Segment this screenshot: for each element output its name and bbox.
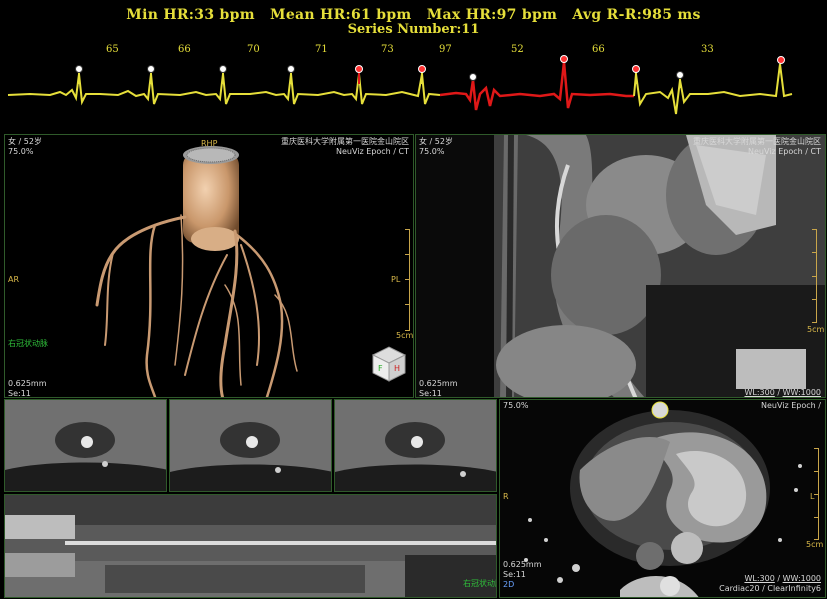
min-hr: Min HR:33 bpm — [126, 7, 255, 23]
window-width[interactable]: WW:1000 — [783, 574, 821, 583]
cardiac-phase: 75.0% — [8, 147, 34, 156]
vessel-label: 右冠状动脉 — [463, 579, 496, 588]
stretched-vessel-image — [5, 495, 496, 597]
scale-bar — [810, 229, 817, 323]
max-hr: Max HR:97 bpm — [426, 7, 558, 23]
protocol-label: Cardiac20 / ClearInfinity6 — [719, 584, 821, 593]
orientation-left: AR — [8, 275, 20, 284]
series-label: Se:11 — [503, 570, 526, 579]
cardiac-phase: 75.0% — [419, 147, 445, 156]
device-name: NeuViz Epoch / CT — [336, 147, 409, 156]
orientation-left: R — [503, 492, 509, 501]
axial-image — [524, 401, 802, 597]
cpr-image — [416, 135, 825, 397]
patient-info: 女 / 52岁 — [8, 137, 42, 146]
ecg-trace[interactable] — [0, 50, 827, 132]
slice-thickness: 0.625mm — [419, 379, 458, 388]
device-name: NeuViz Epoch / — [761, 401, 821, 410]
render-mode[interactable]: 2D — [503, 580, 514, 590]
hospital-name: 重庆医科大学附属第一医院金山院区 — [693, 137, 821, 146]
cardiac-phase: 75.0% — [503, 401, 529, 410]
orientation-top: RHP — [201, 139, 218, 148]
series-label: Se:11 — [419, 389, 442, 398]
cross-section-image — [335, 400, 496, 491]
scale-label: 5cm — [396, 331, 414, 340]
coronary-tree-render: F H — [95, 146, 407, 397]
cpr-viewport[interactable]: 女 / 52岁 75.0% 重庆医科大学附属第一医院金山院区 NeuViz Ep… — [415, 134, 826, 398]
cross-section-2[interactable] — [169, 399, 332, 492]
vessel-label: 右冠状动脉 — [8, 339, 48, 348]
orientation-right: PL — [391, 275, 401, 284]
axial-viewport[interactable]: 75.0% NeuViz Epoch / R L 0.625mm Se:11 2… — [499, 399, 826, 598]
scale-bar — [812, 448, 819, 540]
window-level-readout[interactable]: WL:300 / WW:1000 — [744, 388, 821, 397]
series-label: Se:11 — [8, 389, 31, 398]
orientation-cube: F H — [371, 346, 407, 382]
scale-bar — [403, 229, 410, 331]
avg-rr: Avg R-R:985 ms — [572, 7, 701, 23]
cross-section-image — [170, 400, 331, 491]
slice-thickness: 0.625mm — [503, 560, 542, 569]
window-level[interactable]: WL:300 — [744, 388, 774, 397]
svg-text:H: H — [394, 364, 400, 373]
ecg-selected-beat — [439, 61, 634, 111]
patient-info: 女 / 52岁 — [419, 137, 453, 146]
window-level[interactable]: WL:300 — [744, 574, 774, 583]
device-name: NeuViz Epoch / CT — [748, 147, 821, 156]
ecg-header: Min HR:33 bpm Mean HR:61 bpm Max HR:97 b… — [0, 0, 827, 132]
cross-section-3[interactable] — [334, 399, 497, 492]
cross-section-1[interactable] — [4, 399, 167, 492]
stretched-vessel-viewport[interactable]: 右冠状动脉 — [4, 494, 497, 598]
ecg-waveform-tail — [633, 63, 793, 115]
slice-thickness: 0.625mm — [8, 379, 47, 388]
hr-summary: Min HR:33 bpm Mean HR:61 bpm Max HR:97 b… — [0, 7, 827, 23]
vr-3d-viewport[interactable]: F H 女 / 52岁 75.0% 重庆医科大学附属第一医院金山院区 NeuVi… — [4, 134, 414, 398]
hospital-name: 重庆医科大学附属第一医院金山院区 — [281, 137, 409, 146]
series-number: Series Number:11 — [347, 22, 480, 37]
window-width[interactable]: WW:1000 — [783, 388, 821, 397]
scale-label: 5cm — [807, 325, 825, 334]
mean-hr: Mean HR:61 bpm — [270, 7, 412, 23]
svg-text:F: F — [378, 364, 383, 373]
window-level-readout[interactable]: WL:300 / WW:1000 — [744, 574, 821, 584]
r-peak-markers — [75, 55, 785, 90]
cross-section-image — [5, 400, 166, 491]
scale-label: 5cm — [806, 540, 824, 549]
